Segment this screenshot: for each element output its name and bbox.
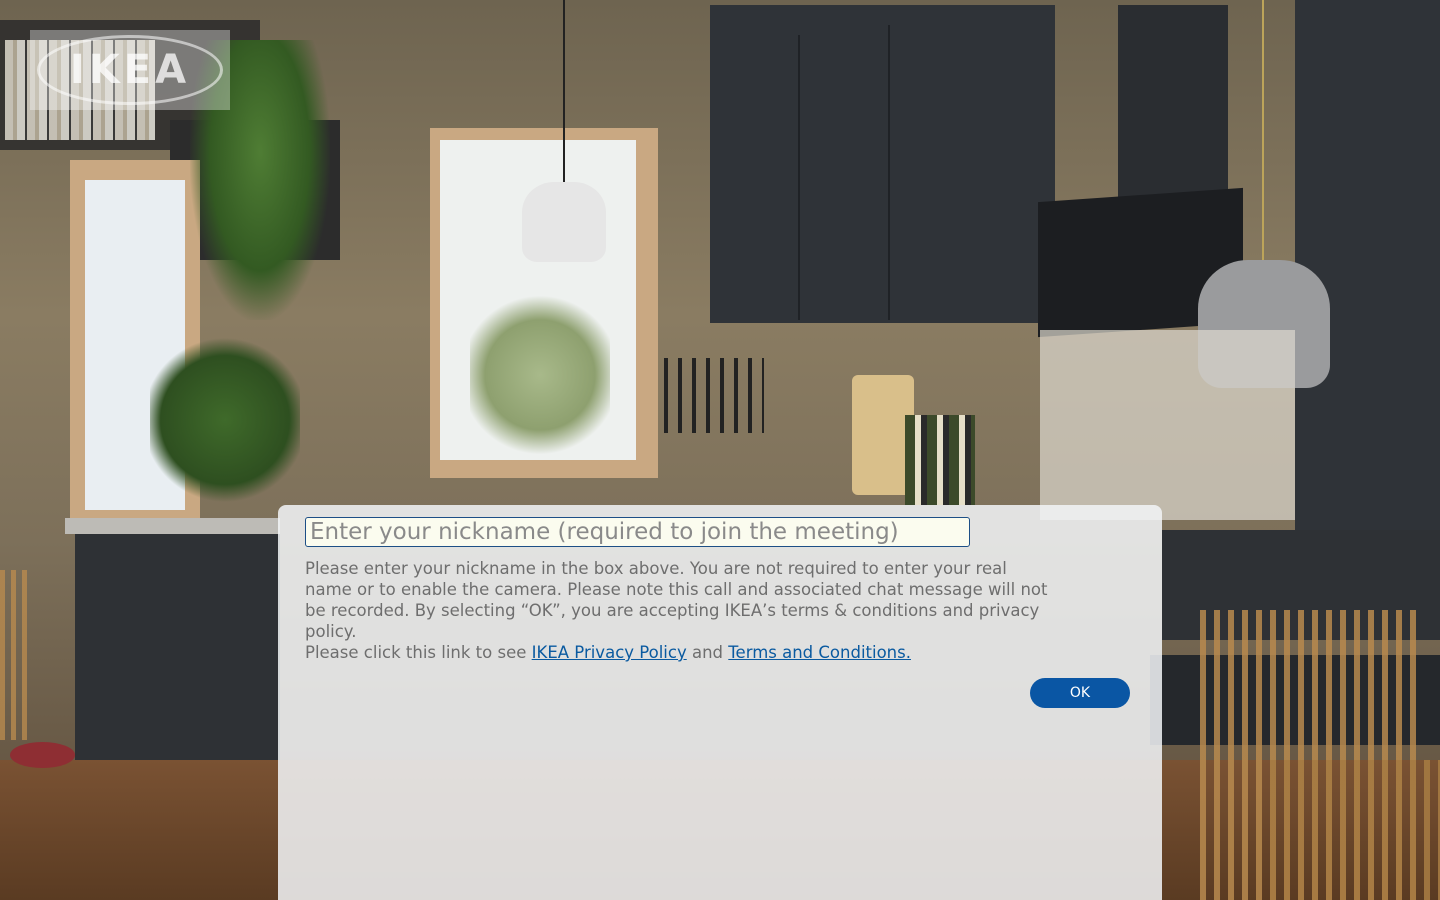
chair-right-front [1270,760,1440,900]
ok-button[interactable]: OK [1030,678,1130,708]
knife-rail [664,358,764,433]
cabinet-door-line [888,25,890,320]
dialog-info: Please enter your nickname in the box ab… [305,558,1055,663]
ikea-logo: IKEA [30,30,230,110]
range-hood-chimney [1118,5,1228,200]
plant-window [470,290,610,460]
policy-links-line: Please click this link to see IKEA Priva… [305,642,1055,663]
nickname-input[interactable] [305,517,970,547]
counter-left [65,518,280,534]
ikea-logo-mark: IKEA [37,35,223,105]
slippers [10,742,75,768]
info-text: Please enter your nickname in the box ab… [305,559,1048,641]
privacy-policy-link[interactable]: IKEA Privacy Policy [532,643,687,662]
plant-left [150,330,300,510]
pendant-cord [563,0,565,185]
link-joiner: and [686,643,729,662]
pendant-lamp-center [522,182,606,262]
chair-left [0,570,30,740]
terms-link[interactable]: Terms and Conditions. [728,643,911,662]
link-prefix: Please click this link to see [305,643,532,662]
backsplash [1040,330,1295,520]
bottles [905,415,975,505]
upper-cabinets [710,5,1055,323]
cabinet-door-line [798,35,800,320]
pendant-cord-right [1262,0,1264,262]
